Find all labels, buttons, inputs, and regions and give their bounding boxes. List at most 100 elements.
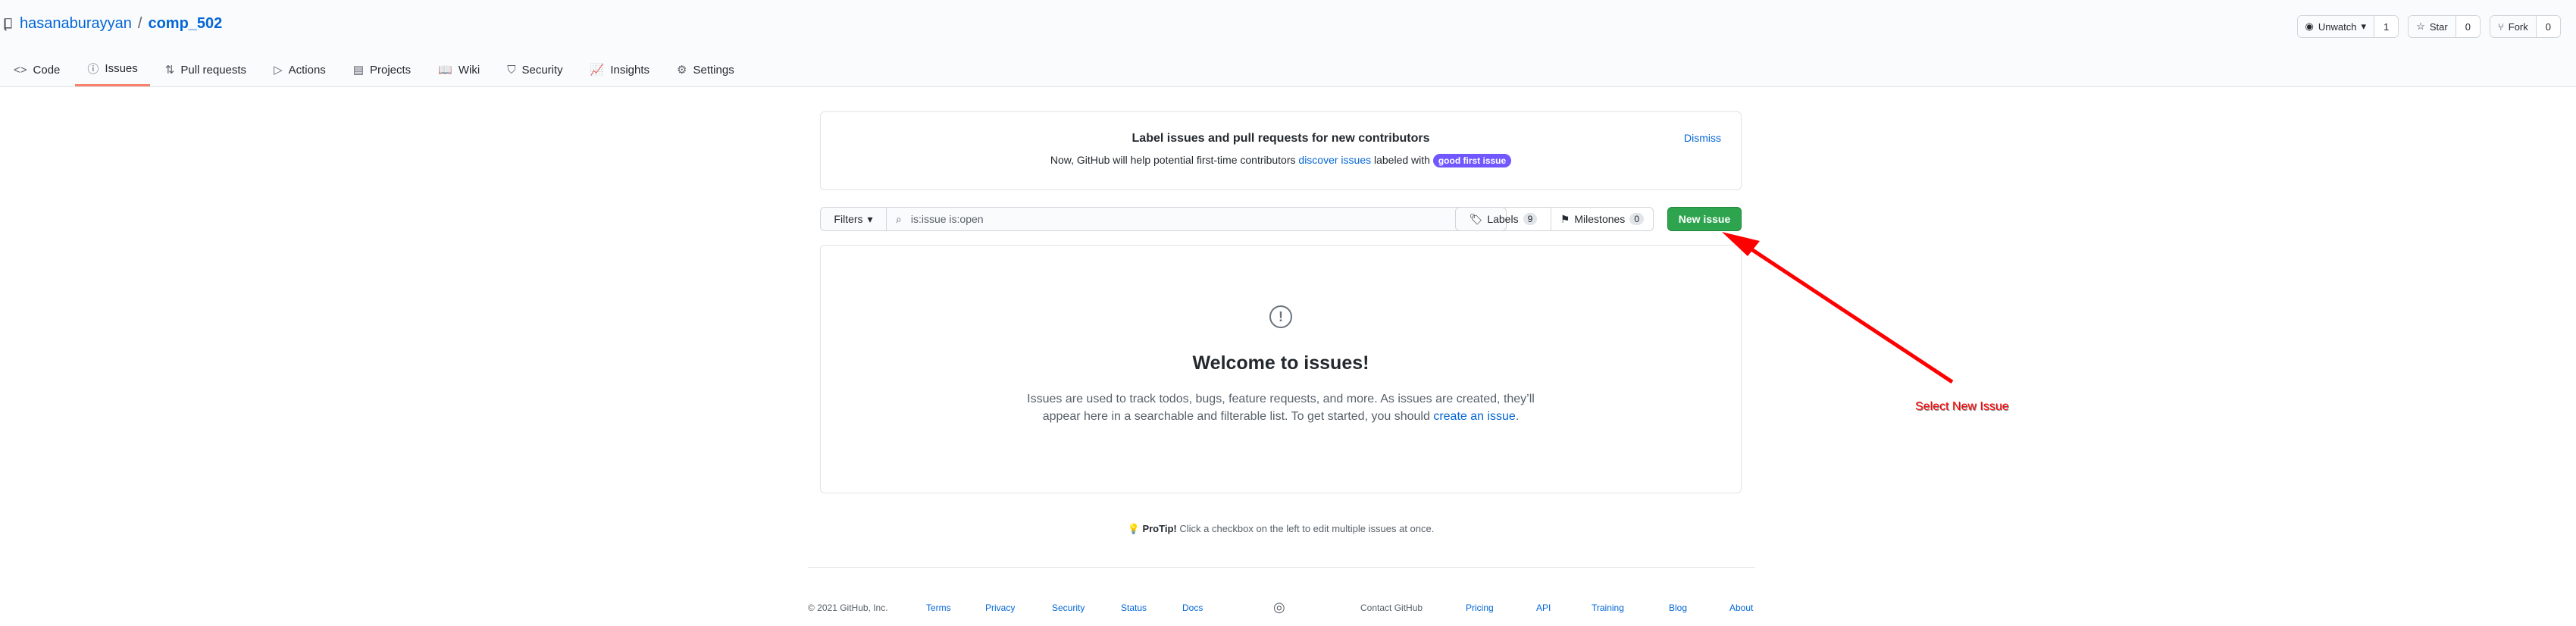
create-issue-link[interactable]: create an issue [1433, 410, 1516, 423]
footer-link-terms[interactable]: Terms [926, 603, 951, 613]
play-icon: ▷ [274, 64, 283, 77]
milestones-count: 0 [1629, 213, 1644, 225]
star-button-group: ☆ Star 0 [2408, 15, 2481, 38]
blankslate-text: Issues are used to track todos, bugs, fe… [821, 390, 1741, 425]
star-label: Star [2429, 20, 2448, 33]
repo-actions: ◉ Unwatch ▾ 1 ☆ Star 0 ⑂ Fork 0 [2296, 15, 2561, 38]
tab-code[interactable]: <> Code [14, 53, 72, 86]
footer-copyright: © 2021 GitHub, Inc. [808, 603, 888, 613]
banner-text-after: labeled with [1374, 154, 1430, 166]
repo-icon [4, 17, 12, 30]
unwatch-label: Unwatch [2318, 20, 2357, 33]
labels-milestones-group: 🏷 Labels 9 ⚑ Milestones 0 [1455, 207, 1654, 231]
github-mark-icon[interactable]: ◎ [1273, 599, 1285, 615]
shield-icon: ⛉ [507, 63, 516, 77]
protip-bold: ProTip! [1142, 523, 1177, 534]
footer-link-status[interactable]: Status [1121, 603, 1147, 613]
tab-label: Projects [370, 63, 412, 77]
tab-label: Issues [105, 62, 138, 75]
issues-search-input[interactable] [909, 212, 1443, 226]
blankslate-period: . [1515, 410, 1520, 423]
tab-label: Pull requests [180, 63, 247, 77]
fork-count[interactable]: 0 [2535, 16, 2560, 37]
footer-link-security[interactable]: Security [1052, 603, 1085, 613]
footer-link-blog[interactable]: Blog [1669, 603, 1687, 613]
light-bulb-icon: 💡 [1127, 523, 1140, 534]
good-first-issue-label[interactable]: good first issue [1432, 154, 1512, 167]
milestones-button[interactable]: ⚑ Milestones 0 [1550, 208, 1653, 230]
banner-title: Label issues and pull requests for new c… [1131, 132, 1430, 145]
first-contributor-banner: Label issues and pull requests for new c… [820, 111, 1742, 190]
fork-icon: ⑂ [2497, 20, 2504, 33]
protip-text: Click a checkbox on the left to edit mul… [1179, 523, 1435, 534]
watch-count[interactable]: 1 [2373, 16, 2399, 37]
repo-owner-link[interactable]: hasanaburayyan [20, 15, 132, 33]
issues-filter-bar: Filters ▾ ⌕ 🏷 Labels 9 ⚑ Milestones0 New iss… [820, 207, 1742, 233]
fork-label: Fork [2508, 20, 2528, 33]
annotation-text: Select New Issue [1915, 400, 2009, 413]
tag-icon: 🏷 [1469, 212, 1483, 225]
blankslate-title: Welcome to issues! [1192, 352, 1369, 374]
footer-link-privacy[interactable]: Privacy [985, 603, 1015, 613]
tab-label: Security [521, 63, 563, 77]
graph-icon: 📈 [590, 64, 605, 77]
footer-link-training[interactable]: Training [1592, 603, 1624, 613]
footer-link-contact[interactable]: Contact GitHub [1360, 603, 1423, 613]
repo-header: hasanaburayyan / comp_502 ◉ Unwatch ▾ 1 ☆ S… [0, 0, 2576, 87]
repo-title: hasanaburayyan / comp_502 [3, 15, 222, 33]
issue-opened-icon: ! [1269, 305, 1292, 328]
blankslate-line2: appear here in a searchable and filterab… [821, 408, 1741, 425]
milestones-label: Milestones [1574, 213, 1626, 225]
footer: © 2021 GitHub, Inc. Terms Privacy Securi… [808, 567, 1755, 626]
code-icon: <> [14, 63, 27, 77]
tab-label: Wiki [458, 63, 480, 77]
blankslate-line2-text: appear here in a searchable and filterab… [1042, 410, 1430, 423]
tab-actions[interactable]: ▷ Actions [274, 53, 338, 86]
fork-button[interactable]: ⑂ Fork [2490, 16, 2536, 37]
issue-icon: ⓘ [87, 63, 99, 76]
tab-insights[interactable]: 📈 Insights [590, 53, 662, 86]
repo-name-link[interactable]: comp_502 [148, 15, 222, 33]
milestone-icon: ⚑ [1560, 212, 1570, 225]
repo-separator: / [137, 15, 142, 32]
caret-down-icon: ▾ [2361, 20, 2366, 32]
tab-pull-requests[interactable]: ⇅ Pull requests [165, 53, 258, 86]
footer-link-docs[interactable]: Docs [1182, 603, 1203, 613]
footer-link-pricing[interactable]: Pricing [1466, 603, 1494, 613]
watch-button-group: ◉ Unwatch ▾ 1 [2296, 15, 2399, 38]
labels-button[interactable]: 🏷 Labels 9 [1456, 208, 1551, 230]
star-count[interactable]: 0 [2455, 16, 2480, 37]
issues-search: ⌕ [886, 207, 1507, 231]
banner-text: Now, GitHub will help potential first-ti… [821, 154, 1741, 167]
new-issue-button[interactable]: New issue [1667, 207, 1742, 231]
tab-label: Settings [693, 63, 734, 77]
unwatch-button[interactable]: ◉ Unwatch ▾ [2297, 16, 2374, 37]
project-icon: ▤ [352, 64, 364, 77]
pull-request-icon: ⇅ [164, 64, 175, 77]
fork-button-group: ⑂ Fork 0 [2489, 15, 2561, 38]
filters-button[interactable]: Filters ▾ [820, 207, 887, 231]
protip: 💡 ProTip! Click a checkbox on the left t… [820, 523, 1742, 535]
labels-count: 9 [1523, 213, 1538, 225]
tab-security[interactable]: ⛉ Security [507, 53, 574, 86]
issues-blankslate: ! Welcome to issues! Issues are used to … [820, 245, 1742, 493]
footer-link-about[interactable]: About [1729, 603, 1753, 613]
banner-text-before: Now, GitHub will help potential first-ti… [1050, 154, 1296, 166]
repo-tabs: <> Code ⓘ Issues ⇅ Pull requests ▷ Actions ▤… [14, 53, 762, 86]
labels-label: Labels [1487, 213, 1519, 225]
tab-wiki[interactable]: 📖 Wiki [438, 53, 492, 86]
dismiss-button[interactable]: Dismiss [1684, 132, 1721, 144]
discover-issues-link[interactable]: discover issues [1298, 154, 1371, 166]
tab-projects[interactable]: ▤ Projects [353, 53, 423, 86]
star-button[interactable]: ☆ Star [2409, 16, 2455, 37]
footer-link-api[interactable]: API [1536, 603, 1551, 613]
caret-down-icon: ▾ [867, 212, 873, 225]
tab-label: Code [33, 63, 61, 77]
tab-label: Actions [288, 63, 326, 77]
gear-icon: ⚙ [677, 64, 687, 77]
eye-icon: ◉ [2305, 20, 2314, 32]
tab-issues[interactable]: ⓘ Issues [75, 53, 150, 86]
tab-settings[interactable]: ⚙ Settings [677, 53, 747, 86]
star-icon: ☆ [2416, 20, 2425, 32]
blankslate-line1: Issues are used to track todos, bugs, fe… [1027, 393, 1535, 405]
